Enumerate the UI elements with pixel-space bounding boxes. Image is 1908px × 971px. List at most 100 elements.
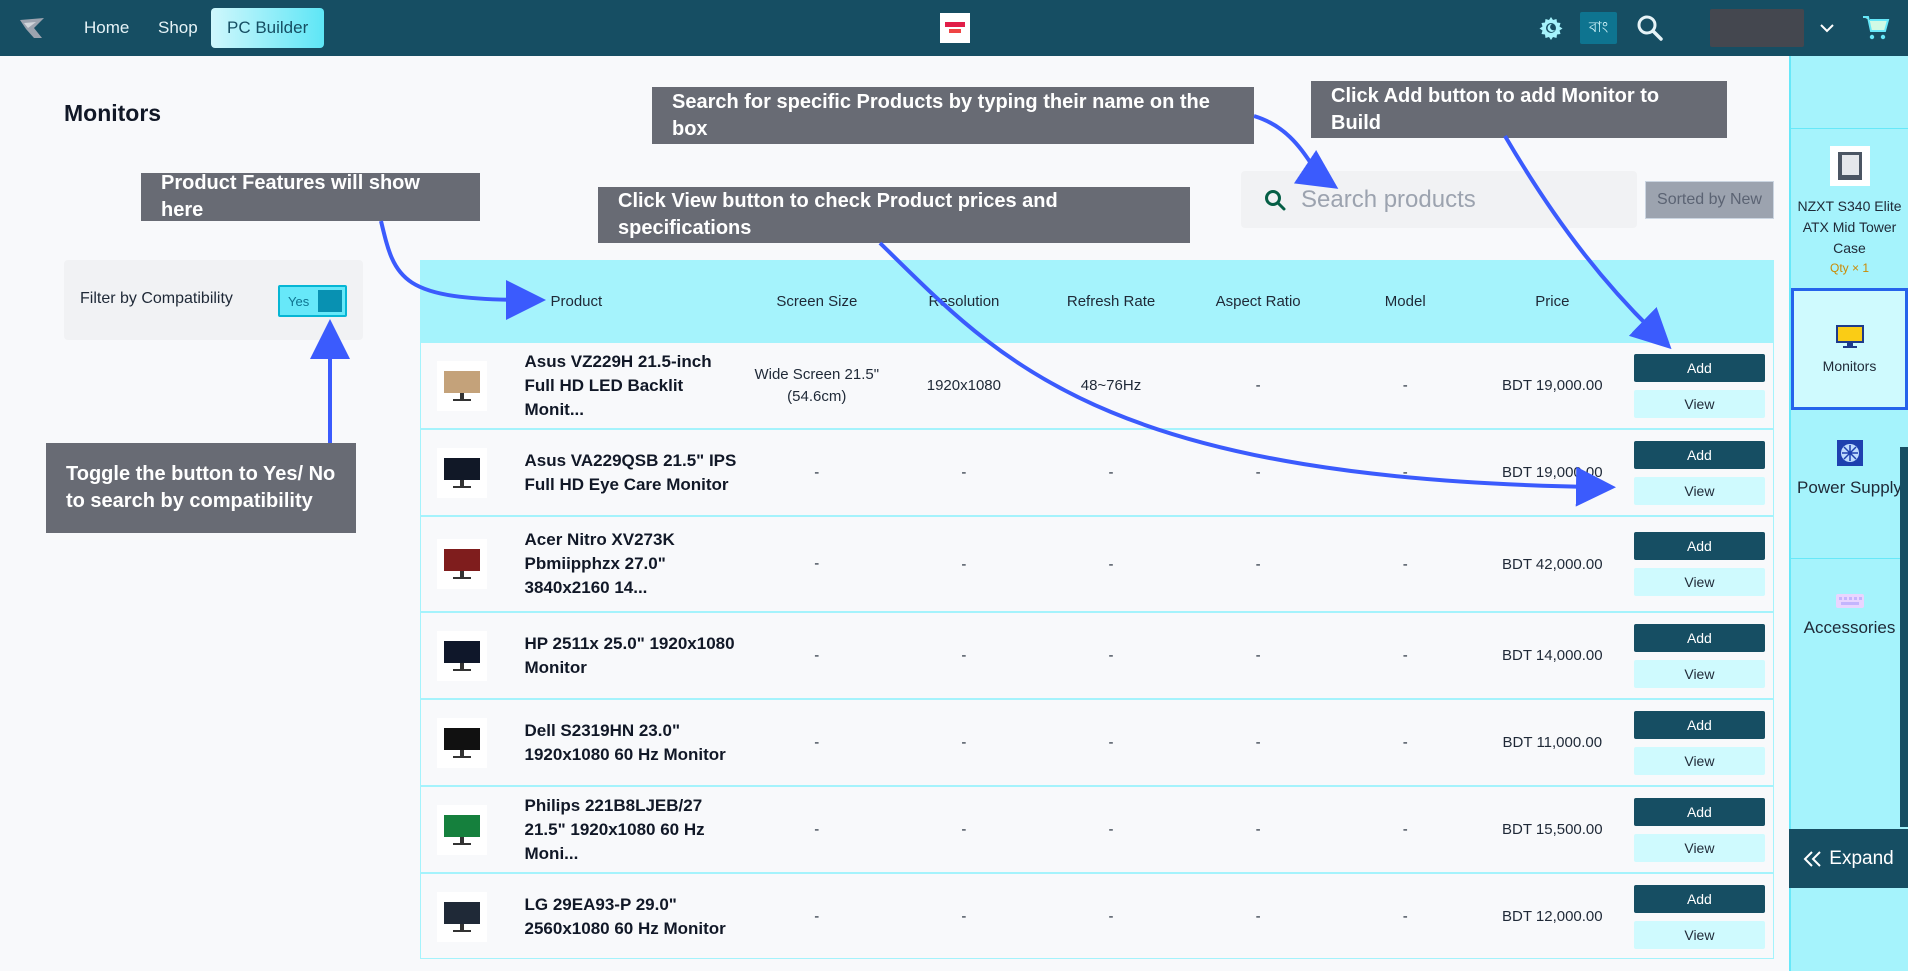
screen-size: - bbox=[814, 463, 820, 481]
nav-shop[interactable]: Shop bbox=[142, 8, 214, 48]
cart-icon[interactable] bbox=[1862, 12, 1890, 44]
search-input[interactable] bbox=[1301, 185, 1621, 214]
sidebar-item-power-supply[interactable]: Power Supply bbox=[1791, 438, 1908, 568]
search-box bbox=[1241, 171, 1637, 228]
table-row: LG 29EA93-P 29.0" 2560x1080 60 Hz Monito… bbox=[421, 872, 1773, 959]
add-button[interactable]: Add bbox=[1633, 353, 1765, 382]
monitor-image-icon bbox=[436, 539, 487, 589]
sidebar-scrollbar[interactable] bbox=[1900, 447, 1908, 827]
resolution: - bbox=[961, 464, 967, 481]
row-actions: Add View bbox=[1626, 353, 1773, 418]
price: BDT 19,000.00 bbox=[1501, 377, 1603, 394]
add-button[interactable]: Add bbox=[1633, 710, 1765, 739]
view-button[interactable]: View bbox=[1633, 920, 1765, 949]
search-icon[interactable] bbox=[1636, 12, 1664, 44]
divider bbox=[1791, 128, 1908, 129]
price: BDT 14,000.00 bbox=[1501, 647, 1603, 664]
resolution: - bbox=[961, 734, 967, 751]
price: BDT 11,000.00 bbox=[1502, 734, 1603, 751]
page-title: Monitors bbox=[64, 100, 162, 126]
aspect-ratio: - bbox=[1255, 647, 1261, 664]
product-name[interactable]: HP 2511x 25.0" 1920x1080 Monitor bbox=[503, 632, 744, 680]
view-button[interactable]: View bbox=[1633, 833, 1765, 862]
theme-toggle-icon[interactable] bbox=[1539, 12, 1563, 44]
monitor-image-icon bbox=[436, 630, 487, 681]
product-name[interactable]: Philips 221B8LJEB/27 21.5" 1920x1080 60 … bbox=[503, 794, 744, 866]
screen-size: Wide Screen 21.5"(54.6cm) bbox=[754, 365, 880, 405]
model: - bbox=[1402, 555, 1408, 573]
sidebar-item-monitors[interactable]: Monitors bbox=[1791, 288, 1908, 410]
resolution: - bbox=[961, 647, 967, 664]
sidebar-item-label: Accessories bbox=[1803, 618, 1896, 637]
monitor-image-icon bbox=[436, 360, 487, 411]
product-thumbnail[interactable] bbox=[421, 630, 503, 681]
refresh-rate: - bbox=[1108, 464, 1114, 481]
view-button[interactable]: View bbox=[1633, 659, 1765, 688]
add-button[interactable]: Add bbox=[1633, 797, 1765, 826]
nav-pc-builder[interactable]: PC Builder bbox=[211, 8, 325, 48]
products-table: Product Screen Size Resolution Refresh R… bbox=[420, 260, 1774, 959]
resolution: - bbox=[961, 555, 967, 573]
price: BDT 15,500.00 bbox=[1501, 821, 1603, 838]
view-button[interactable]: View bbox=[1633, 476, 1765, 505]
view-button[interactable]: View bbox=[1633, 389, 1765, 418]
price: BDT 12,000.00 bbox=[1501, 908, 1603, 925]
product-name[interactable]: Acer Nitro XV273K Pbmiipphzx 27.0" 3840x… bbox=[503, 528, 744, 600]
model: - bbox=[1402, 908, 1408, 925]
compatibility-filter: Filter by Compatibility Yes bbox=[64, 260, 363, 340]
view-button[interactable]: View bbox=[1633, 568, 1765, 596]
callout-search: Search for specific Products by typing t… bbox=[652, 87, 1254, 144]
nav-home[interactable]: Home bbox=[68, 8, 145, 48]
brand-badge-icon[interactable] bbox=[940, 13, 970, 43]
top-navbar: Home Shop PC Builder বাং bbox=[0, 0, 1908, 56]
expand-button[interactable]: Expand bbox=[1789, 829, 1908, 888]
logo-icon[interactable] bbox=[16, 12, 48, 44]
product-thumbnail[interactable] bbox=[421, 360, 503, 411]
chevron-down-icon[interactable] bbox=[1818, 12, 1836, 44]
view-button[interactable]: View bbox=[1633, 746, 1765, 775]
monitor-image-icon bbox=[436, 891, 487, 942]
row-actions: Add View bbox=[1626, 797, 1773, 862]
product-name[interactable]: Asus VZ229H 21.5-inch Full HD LED Backli… bbox=[503, 350, 744, 422]
user-account-box[interactable] bbox=[1710, 9, 1804, 47]
add-button[interactable]: Add bbox=[1633, 884, 1765, 913]
product-name[interactable]: Asus VA229QSB 21.5" IPS Full HD Eye Care… bbox=[503, 449, 744, 497]
divider bbox=[1791, 558, 1908, 559]
screen-size: - bbox=[814, 820, 820, 838]
table-row: Dell S2319HN 23.0" 1920x1080 60 Hz Monit… bbox=[421, 698, 1773, 785]
row-actions: Add View bbox=[1626, 623, 1773, 688]
header-resolution: Resolution bbox=[928, 292, 1000, 310]
aspect-ratio: - bbox=[1255, 734, 1261, 751]
resolution: - bbox=[961, 908, 967, 925]
product-name[interactable]: Dell S2319HN 23.0" 1920x1080 60 Hz Monit… bbox=[503, 719, 744, 767]
model: - bbox=[1402, 647, 1408, 664]
model: - bbox=[1402, 464, 1408, 481]
product-name[interactable]: LG 29EA93-P 29.0" 2560x1080 60 Hz Monito… bbox=[503, 893, 744, 941]
header-refresh-rate: Refresh Rate bbox=[1066, 292, 1156, 310]
row-actions: Add View bbox=[1626, 532, 1773, 596]
compatibility-toggle[interactable]: Yes bbox=[278, 285, 347, 317]
screen-size: - bbox=[814, 646, 820, 664]
callout-add: Click Add button to add Monitor to Build bbox=[1311, 81, 1727, 138]
product-thumbnail[interactable] bbox=[421, 891, 503, 942]
add-button[interactable]: Add bbox=[1633, 623, 1765, 652]
resolution: - bbox=[961, 821, 967, 838]
sidebar-item-accessories[interactable]: Accessories bbox=[1791, 592, 1908, 692]
callout-view: Click View button to check Product price… bbox=[598, 187, 1190, 243]
callout-features: Product Features will show here bbox=[141, 172, 480, 221]
product-thumbnail[interactable] bbox=[421, 447, 503, 498]
model: - bbox=[1402, 821, 1408, 838]
case-icon bbox=[1829, 146, 1870, 186]
toggle-value: Yes bbox=[288, 294, 310, 309]
callout-toggle: Toggle the button to Yes/ No to search b… bbox=[46, 443, 356, 533]
product-thumbnail[interactable] bbox=[421, 717, 503, 768]
add-button[interactable]: Add bbox=[1633, 532, 1765, 560]
sidebar-item-case[interactable]: NZXT S340 Elite ATX Mid Tower Case Qty ×… bbox=[1791, 134, 1908, 284]
sort-button[interactable]: Sorted by New bbox=[1645, 181, 1774, 219]
product-thumbnail[interactable] bbox=[421, 539, 503, 589]
product-thumbnail[interactable] bbox=[421, 804, 503, 855]
screen-size: - bbox=[814, 907, 820, 925]
keyboard-icon bbox=[1835, 594, 1864, 608]
language-toggle[interactable]: বাং bbox=[1580, 12, 1618, 44]
add-button[interactable]: Add bbox=[1633, 440, 1765, 469]
